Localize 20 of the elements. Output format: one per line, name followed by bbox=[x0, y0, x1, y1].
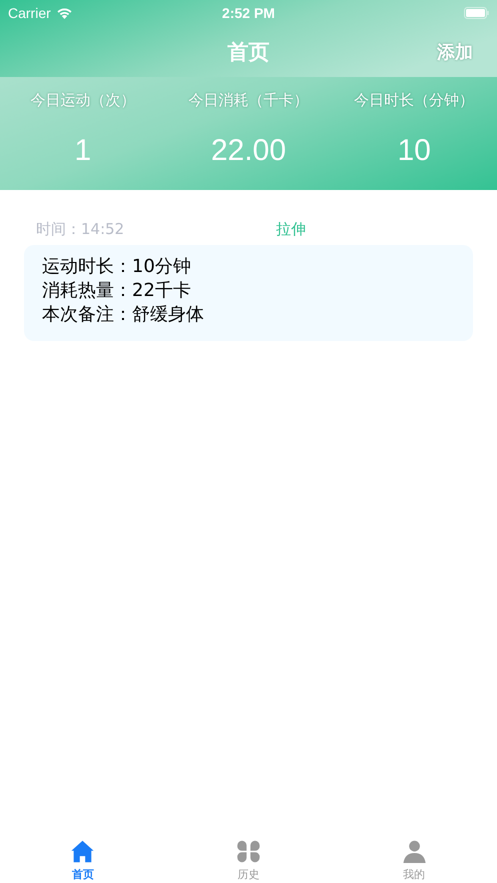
stat-label: 今日时长（分钟） bbox=[354, 91, 474, 110]
exercise-type: 拉伸 bbox=[276, 220, 306, 239]
carrier-label: Carrier bbox=[8, 5, 51, 21]
record-time: 时间：14:52 bbox=[36, 220, 126, 239]
record-detail: 消耗热量：22千卡 bbox=[42, 279, 192, 303]
stat-value: 1 bbox=[74, 134, 92, 168]
tab-item[interactable]: 我的 bbox=[331, 825, 497, 883]
record-detail: 运动时长：10分钟 bbox=[42, 255, 192, 279]
battery-icon bbox=[464, 7, 489, 19]
status-time: 2:52 PM bbox=[222, 5, 275, 21]
wifi-icon bbox=[56, 7, 73, 19]
stat-value: 22.00 bbox=[210, 134, 286, 168]
stat-label: 今日消耗（千卡） bbox=[188, 91, 308, 110]
page-title: 首页 bbox=[228, 38, 270, 66]
tab-item[interactable]: 历史 bbox=[166, 825, 332, 883]
stat-label: 今日运动（次） bbox=[30, 91, 136, 110]
record-detail: 本次备注：舒缓身体 bbox=[42, 303, 205, 327]
stat-value: 10 bbox=[397, 134, 431, 168]
record-card[interactable]: 运动时长：10分钟 消耗热量：22千卡 本次备注：舒缓身体 bbox=[24, 245, 473, 341]
tab-item[interactable]: 首页 bbox=[0, 825, 166, 883]
